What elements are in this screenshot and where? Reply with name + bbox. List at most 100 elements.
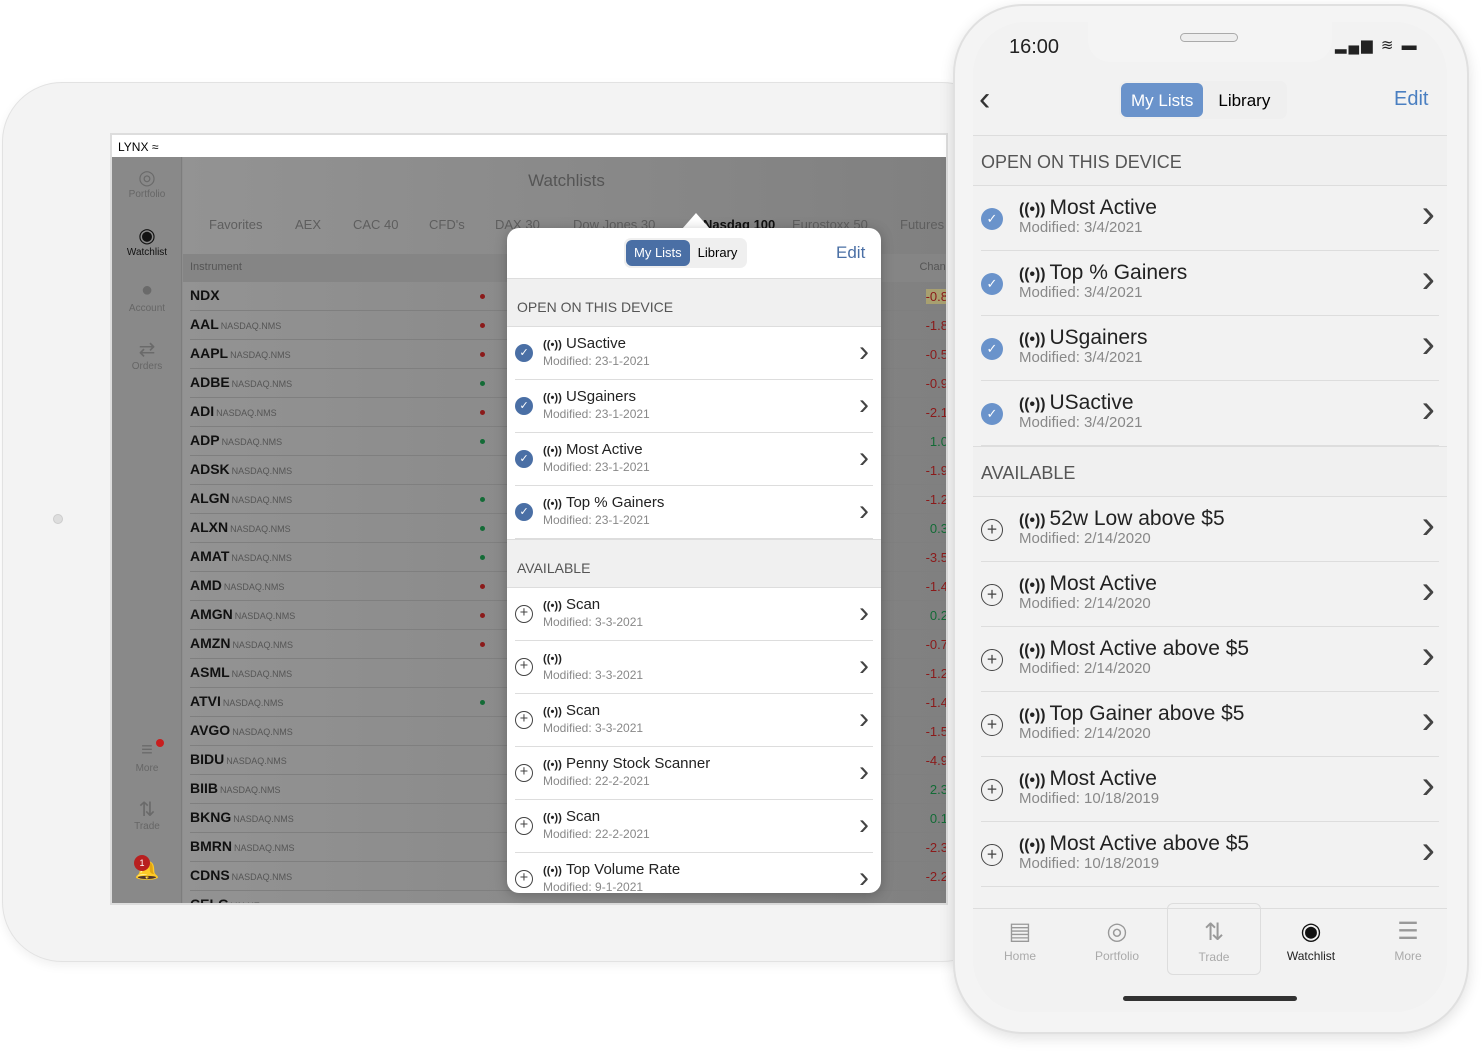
chevron-right-icon[interactable]: › [859,649,869,683]
list-item[interactable]: ✓ ((•)) Top % Gainers Modified: 23-1-2021 › [515,486,873,539]
chevron-right-icon[interactable]: › [1422,568,1435,613]
tab-aex[interactable]: AEX [295,217,321,232]
symbol-text: ASML [190,664,230,680]
chevron-right-icon[interactable]: › [1422,322,1435,367]
segment-library[interactable]: Library [1203,83,1285,117]
edit-button[interactable]: Edit [836,243,865,263]
chevron-right-icon[interactable]: › [859,808,869,842]
checked-icon[interactable]: ✓ [515,344,533,362]
edit-button[interactable]: Edit [1394,88,1428,111]
add-icon[interactable]: + [981,779,1003,801]
tab-trade[interactable]: ⇅ Trade [1167,903,1261,975]
chevron-right-icon[interactable]: › [1422,192,1435,237]
list-item[interactable]: + ((•)) Most Active above $5 Modified: 2/14… [981,627,1439,692]
chevron-right-icon[interactable]: › [1422,633,1435,678]
tab-home[interactable]: ▤ Home [973,917,1067,963]
checked-icon[interactable]: ✓ [515,397,533,415]
segment-library[interactable]: Library [690,240,746,266]
add-icon[interactable]: + [515,605,533,623]
add-icon[interactable]: + [515,711,533,729]
list-item[interactable]: ✓ ((•)) Top % Gainers Modified: 3/4/2021 › [981,251,1439,316]
chevron-right-icon[interactable]: › [1422,698,1435,743]
add-icon[interactable]: + [981,844,1003,866]
tab-cac-40[interactable]: CAC 40 [353,217,399,232]
table-row[interactable]: CELGVALUE [190,891,946,903]
list-item[interactable]: ✓ ((•)) USactive Modified: 23-1-2021 › [515,327,873,380]
sidebar-item-label[interactable]: Portfolio [129,189,166,200]
add-icon[interactable]: + [515,817,533,835]
chevron-right-icon[interactable]: › [1422,257,1435,302]
list-item[interactable]: + ((•)) Modified: 3-3-2021 › [515,641,873,694]
checked-icon[interactable]: ✓ [981,208,1003,230]
add-icon[interactable]: + [981,519,1003,541]
sidebar-item-label[interactable]: More [136,763,159,774]
list-item[interactable]: + ((•)) Scan Modified: 3-3-2021 › [515,694,873,747]
tab-favorites[interactable]: Favorites [209,217,262,232]
checked-icon[interactable]: ✓ [515,450,533,468]
chevron-right-icon[interactable]: › [859,335,869,369]
list-item[interactable]: + ((•)) Top Volume Rate Modified: 9-1-2021 › [515,853,873,893]
add-icon[interactable]: + [515,870,533,888]
modified-date: Modified: 3/4/2021 [1019,284,1143,301]
segment-my-lists[interactable]: My Lists [626,240,690,266]
add-icon[interactable]: + [981,714,1003,736]
modified-date: Modified: 3-3-2021 [543,721,644,735]
chevron-right-icon[interactable]: › [859,388,869,422]
list-item[interactable]: ✓ ((•)) Most Active Modified: 23-1-2021 › [515,433,873,486]
chevron-right-icon[interactable]: › [859,755,869,789]
broadcast-icon: ((•)) [543,339,562,351]
sidebar-item-orders[interactable]: ⇄ Orders [112,337,182,372]
tab-futures[interactable]: Futures [900,217,944,232]
checked-icon[interactable]: ✓ [981,403,1003,425]
sidebar-item-label[interactable]: Account [129,303,165,314]
list-item[interactable]: ✓ ((•)) USgainers Modified: 23-1-2021 › [515,380,873,433]
chevron-right-icon[interactable]: › [1422,763,1435,808]
add-icon[interactable]: + [515,658,533,676]
chevron-right-icon[interactable]: › [859,494,869,528]
tab-more[interactable]: ☰ More [1361,917,1447,963]
chevron-right-icon[interactable]: › [859,596,869,630]
tab-label: Portfolio [1094,949,1140,963]
chevron-right-icon[interactable]: › [859,441,869,475]
checked-icon[interactable]: ✓ [515,503,533,521]
sidebar-item-more[interactable]: ≡ More [112,739,182,774]
list-item[interactable]: + ((•)) Most Active above $5 Modified: 10/1… [981,822,1439,887]
sidebar-item-label[interactable]: Trade [134,821,160,832]
chevron-right-icon[interactable]: › [1422,503,1435,548]
sidebar-item-account[interactable]: ● Account [112,279,182,314]
chevron-right-icon[interactable]: › [859,861,869,893]
back-chevron-icon[interactable]: ‹ [979,80,990,119]
sidebar-item-portfolio[interactable]: ◎ Portfolio [112,165,182,200]
add-icon[interactable]: + [515,764,533,782]
chevron-right-icon[interactable]: › [1422,828,1435,873]
sidebar-item-watchlist[interactable]: ◉ Watchlist [112,223,182,258]
sidebar-item-label[interactable]: Watchlist [127,247,167,258]
exchange-label: NASDAQ.NMS [230,350,291,360]
sidebar-item-alerts[interactable]: 🔔 1 [112,855,182,881]
segment-my-lists[interactable]: My Lists [1121,83,1204,117]
list-item[interactable]: + ((•)) Most Active Modified: 10/18/2019 › [981,757,1439,822]
modified-date: Modified: 10/18/2019 [1019,790,1160,807]
list-item[interactable]: ✓ ((•)) USactive Modified: 3/4/2021 › [981,381,1439,446]
add-icon[interactable]: + [981,649,1003,671]
list-item[interactable]: + ((•)) Top Gainer above $5 Modified: 2/14/… [981,692,1439,757]
checked-icon[interactable]: ✓ [981,273,1003,295]
tab-portfolio[interactable]: ◎ Portfolio [1070,917,1164,963]
list-item[interactable]: + ((•)) Most Active Modified: 2/14/2020 › [981,562,1439,627]
tab-watchlist[interactable]: ◉ Watchlist [1264,917,1358,963]
add-icon[interactable]: + [981,584,1003,606]
list-item[interactable]: ✓ ((•)) USgainers Modified: 3/4/2021 › [981,316,1439,381]
status-bar: LYNX ≈ [112,135,946,157]
list-item[interactable]: + ((•)) Scan Modified: 22-2-2021 › [515,800,873,853]
phone-screen: 16:00 ▂▄▆ ≋ ▬ ‹ Edit My Lists Library OPEN… [973,22,1447,1012]
list-item[interactable]: + ((•)) Penny Stock Scanner Modified: 22-2-… [515,747,873,800]
sidebar-item-trade[interactable]: ⇅ Trade [112,797,182,832]
list-item[interactable]: + ((•)) Scan Modified: 3-3-2021 › [515,588,873,641]
chevron-right-icon[interactable]: › [859,702,869,736]
sidebar-item-label[interactable]: Orders [132,361,163,372]
chevron-right-icon[interactable]: › [1422,387,1435,432]
checked-icon[interactable]: ✓ [981,338,1003,360]
list-item[interactable]: ✓ ((•)) Most Active Modified: 3/4/2021 › [981,186,1439,251]
tab-cfd-s[interactable]: CFD's [429,217,465,232]
list-item[interactable]: + ((•)) 52w Low above $5 Modified: 2/14/202… [981,497,1439,562]
